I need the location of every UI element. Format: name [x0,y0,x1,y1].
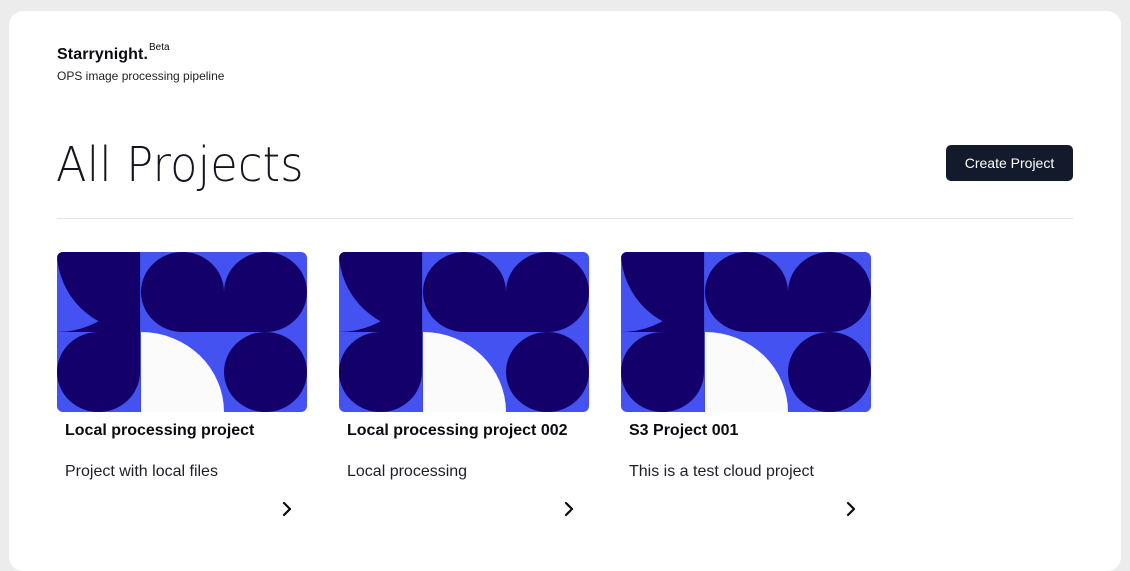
brand-header: Starrynight.Beta OPS image processing pi… [57,42,225,83]
header-divider [57,218,1073,219]
project-title: Local processing project [65,422,255,439]
brand-name: Starrynight. [57,46,148,63]
project-card[interactable]: Local processing project 002 Local proce… [339,252,589,542]
main-panel: Starrynight.Beta OPS image processing pi… [9,11,1121,571]
project-card[interactable]: S3 Project 001 This is a test cloud proj… [621,252,871,542]
project-description: Project with local files [65,463,218,480]
geometric-pattern-image [621,252,871,412]
chevron-right-icon[interactable] [279,501,295,517]
project-title: Local processing project 002 [347,422,568,439]
geometric-pattern-image [57,252,307,412]
project-title: S3 Project 001 [629,422,739,439]
chevron-right-icon[interactable] [561,501,577,517]
create-project-button[interactable]: Create Project [946,145,1073,181]
project-description: This is a test cloud project [629,463,814,480]
beta-badge: Beta [149,42,170,53]
app-logo: Starrynight.Beta [57,42,224,64]
project-description: Local processing [347,463,468,480]
page-title: All Projects [56,137,304,193]
chevron-right-icon[interactable] [843,501,859,517]
geometric-pattern-image [339,252,589,412]
project-card[interactable]: Local processing project Project with lo… [57,252,307,542]
brand-tagline: OPS image processing pipeline [57,69,225,83]
